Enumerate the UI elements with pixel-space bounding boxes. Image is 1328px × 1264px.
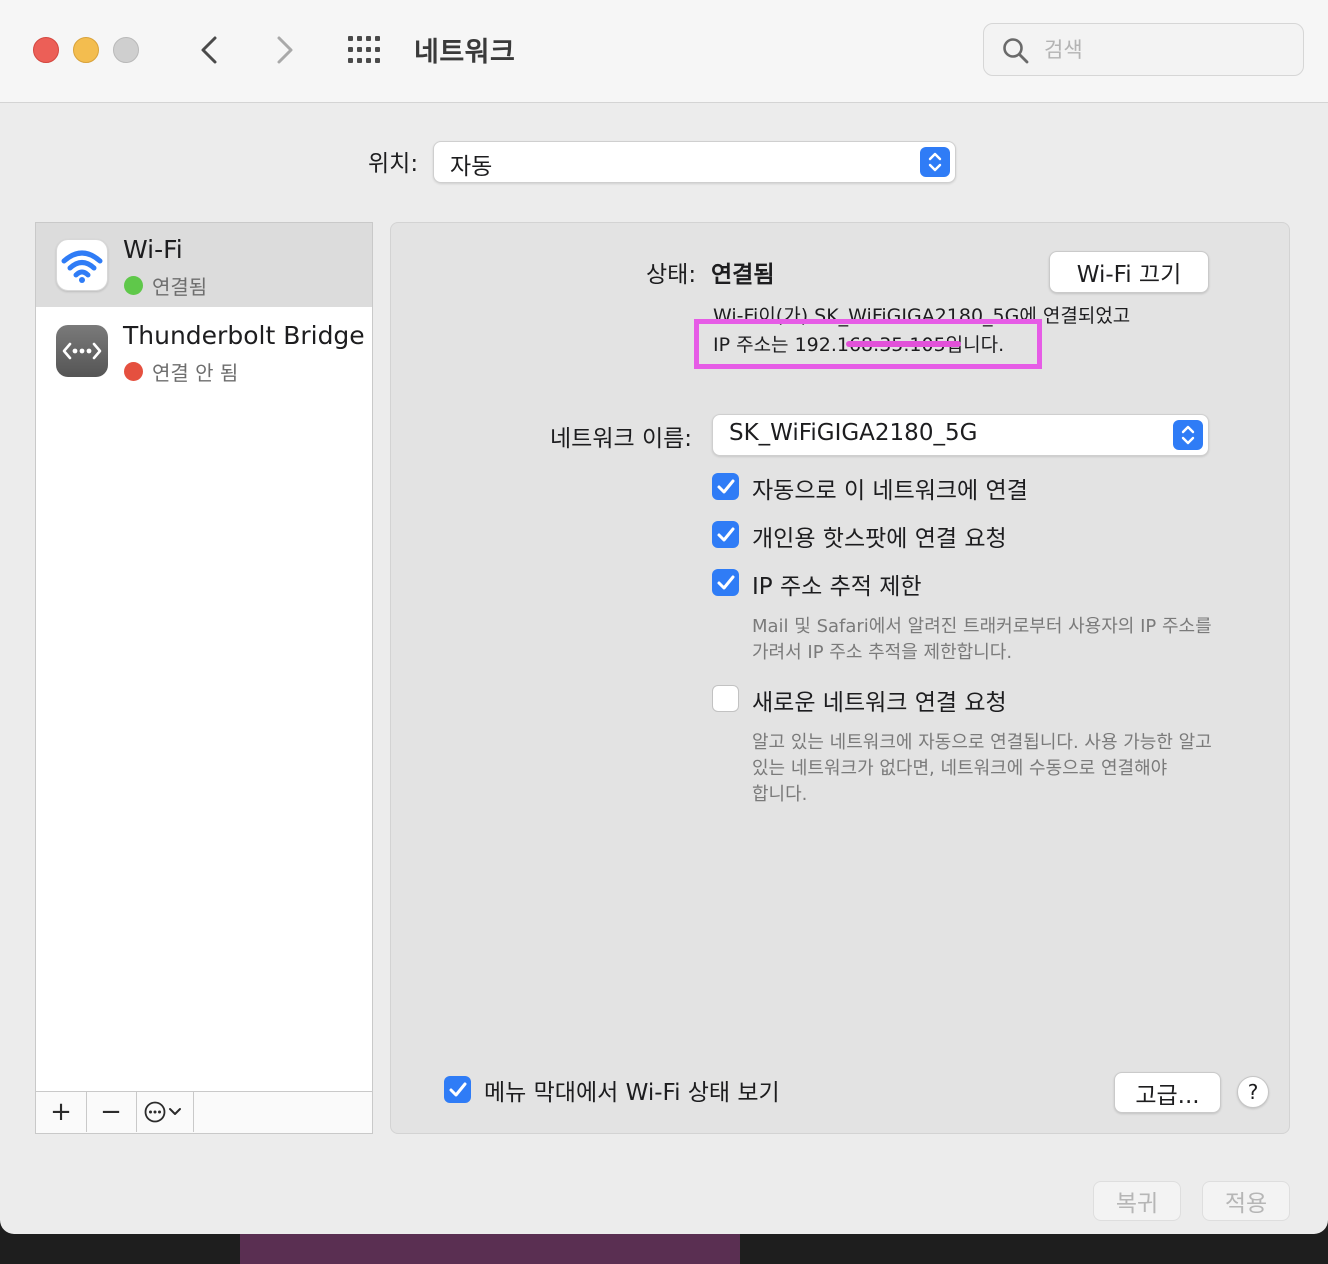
network-name-label: 네트워크 이름: — [550, 426, 693, 452]
remove-service-button[interactable]: − — [86, 1092, 137, 1132]
popup-stepper-icon — [1173, 420, 1203, 450]
checkmark-icon — [717, 479, 735, 494]
minimize-window-button[interactable] — [73, 37, 99, 63]
hotspot-label[interactable]: 개인용 핫스팟에 연결 요청 — [752, 519, 1007, 553]
location-popup[interactable]: 자동 — [433, 141, 956, 183]
wifi-detail-panel: 상태: 연결됨 Wi-Fi 끄기 Wi-Fi이(가) SK_WiFiGIGA21… — [390, 222, 1290, 1134]
connected-status-dot — [124, 276, 143, 295]
forward-button[interactable] — [265, 30, 305, 70]
title-bar: 네트워크 — [0, 0, 1328, 103]
show-wifi-in-menubar-checkbox[interactable] — [444, 1076, 471, 1103]
hotspot-checkbox[interactable] — [712, 521, 739, 548]
service-list-toolbar: + − — [36, 1091, 372, 1133]
service-status: 연결 안 됨 — [152, 361, 239, 385]
location-label: 위치: — [368, 151, 419, 177]
help-line: 알고 있는 네트워크에 자동으로 연결됩니다. 사용 가능한 알고 — [752, 732, 1212, 753]
chevron-left-icon — [201, 36, 217, 64]
disconnected-status-dot — [124, 362, 143, 381]
back-button[interactable] — [190, 30, 230, 70]
status-value: 연결됨 — [711, 262, 775, 288]
help-line: 있는 네트워크가 없다면, 네트워크에 수동으로 연결해야 — [752, 758, 1168, 779]
show-all-grid-button[interactable] — [346, 34, 386, 66]
search-icon — [1003, 38, 1029, 64]
checkmark-icon — [717, 575, 735, 590]
limit-ip-tracking-help: Mail 및 Safari에서 알려진 트래커로부터 사용자의 IP 주소를 가… — [752, 614, 1212, 666]
zoom-window-button[interactable] — [113, 37, 139, 63]
add-service-button[interactable]: + — [36, 1092, 87, 1132]
ask-to-join-help: 알고 있는 네트워크에 자동으로 연결됩니다. 사용 가능한 알고 있는 네트워… — [752, 730, 1212, 808]
service-name: Wi-Fi — [123, 235, 183, 264]
help-button[interactable]: ? — [1237, 1076, 1269, 1108]
network-name-value: SK_WiFiGIGA2180_5G — [729, 420, 978, 446]
ask-to-join-label[interactable]: 새로운 네트워크 연결 요청 — [752, 683, 1007, 717]
checkmark-icon — [717, 527, 735, 542]
ip-highlight-box — [694, 319, 1042, 369]
service-status: 연결됨 — [152, 275, 208, 299]
network-name-popup[interactable]: SK_WiFiGIGA2180_5G — [712, 414, 1209, 456]
ellipsis-circle-icon — [144, 1101, 181, 1123]
search-field[interactable] — [983, 23, 1304, 76]
help-line: 합니다. — [752, 784, 808, 805]
help-line: 가려서 IP 주소 추적을 제한합니다. — [752, 642, 1013, 663]
ask-to-join-checkbox[interactable] — [712, 685, 739, 712]
thunderbolt-bridge-icon — [56, 325, 108, 377]
service-item-thunderbolt-bridge[interactable]: Thunderbolt Bridge 연결 안 됨 — [36, 309, 372, 393]
wifi-icon — [56, 239, 108, 291]
revert-button[interactable]: 복귀 — [1093, 1181, 1181, 1221]
turn-wifi-off-button[interactable]: Wi-Fi 끄기 — [1049, 251, 1209, 293]
status-label: 상태: — [646, 262, 697, 288]
checkmark-icon — [449, 1082, 467, 1097]
desktop-background — [240, 1234, 740, 1264]
apply-button[interactable]: 적용 — [1202, 1181, 1290, 1221]
limit-ip-tracking-label[interactable]: IP 주소 추적 제한 — [752, 567, 922, 601]
auto-join-label[interactable]: 자동으로 이 네트워크에 연결 — [752, 471, 1028, 505]
popup-stepper-icon — [920, 147, 950, 177]
show-wifi-in-menubar-label[interactable]: 메뉴 막대에서 Wi-Fi 상태 보기 — [484, 1073, 780, 1107]
service-name: Thunderbolt Bridge — [123, 321, 365, 350]
search-input[interactable] — [1042, 32, 1286, 68]
close-window-button[interactable] — [33, 37, 59, 63]
advanced-button[interactable]: 고급... — [1114, 1072, 1221, 1113]
help-line: Mail 및 Safari에서 알려진 트래커로부터 사용자의 IP 주소를 — [752, 616, 1212, 637]
network-preferences-window: 네트워크 위치: 자동 — [0, 0, 1328, 1234]
chevron-right-icon — [277, 36, 293, 64]
location-value: 자동 — [450, 154, 493, 180]
service-list: Wi-Fi 연결됨 Thunderbolt Bridge 연결 안 됨 + − — [35, 222, 373, 1134]
window-title: 네트워크 — [414, 37, 516, 68]
auto-join-checkbox[interactable] — [712, 473, 739, 500]
limit-ip-tracking-checkbox[interactable] — [712, 569, 739, 596]
grid-icon — [348, 36, 380, 63]
service-item-wifi[interactable]: Wi-Fi 연결됨 — [36, 223, 372, 307]
action-menu-button[interactable] — [136, 1092, 194, 1132]
